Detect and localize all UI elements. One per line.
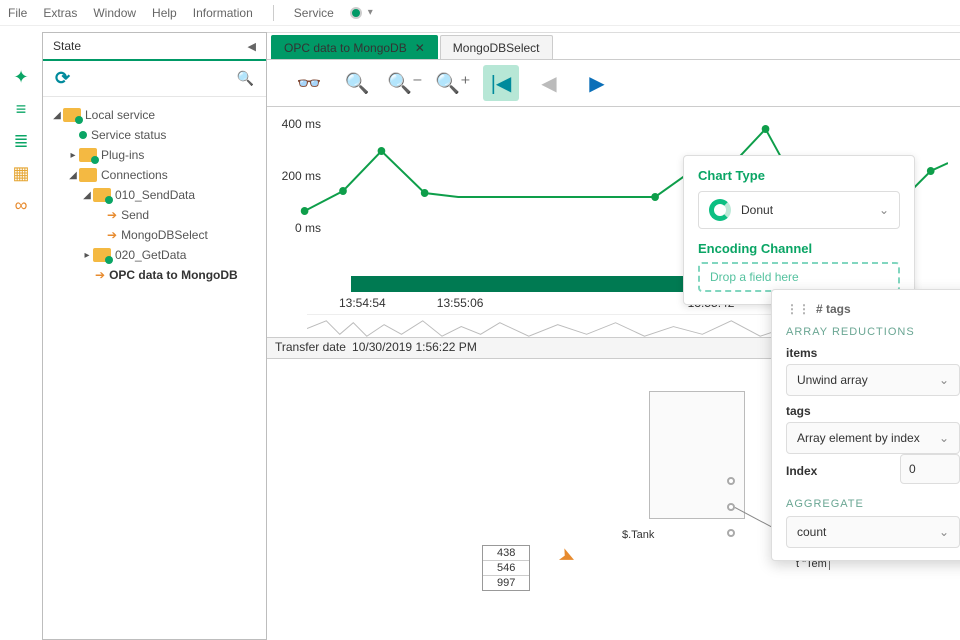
tree-service-status[interactable]: Service status <box>51 125 262 145</box>
chart-type-select[interactable]: Donut ⌄ <box>698 191 900 229</box>
section-array-reductions: ARRAY REDUCTIONS <box>786 326 960 338</box>
table-row: 438 <box>483 546 529 561</box>
folder-icon <box>93 188 111 202</box>
menu-extras[interactable]: Extras <box>43 6 77 20</box>
folder-icon <box>79 148 97 162</box>
tree-connections[interactable]: ◢Connections <box>51 165 262 185</box>
folder-icon <box>93 248 111 262</box>
tab-mongoselect[interactable]: MongoDBSelect <box>440 35 553 59</box>
arrow-icon: ➔ <box>107 228 117 242</box>
play-button[interactable]: ▶ <box>579 65 615 101</box>
index-input[interactable] <box>900 454 960 484</box>
status-ok-icon <box>79 131 87 139</box>
tag-tank-label: $.Tank <box>622 529 654 541</box>
menu-divider <box>273 5 274 21</box>
menu-help[interactable]: Help <box>152 6 177 20</box>
menubar: File Extras Window Help Information Serv… <box>0 0 960 26</box>
menu-file[interactable]: File <box>8 6 27 20</box>
index-label: Index <box>786 464 890 478</box>
service-status-icon <box>350 7 362 19</box>
dock-levels-icon[interactable]: ≡ <box>6 98 36 120</box>
encoding-dropzone[interactable]: Drop a field here <box>698 262 900 292</box>
document-tabs: OPC data to MongoDB✕ MongoDBSelect <box>267 33 960 59</box>
tags-aggregate-popup: ⋮⋮# tags ARRAY REDUCTIONS items Unwind a… <box>771 289 960 561</box>
sidebar-panel: State ◀ ⟳ 🔍 ◢Local service Service statu… <box>42 32 267 640</box>
folder-icon <box>63 108 81 122</box>
arrow-icon: ➔ <box>107 208 117 222</box>
chevron-down-icon: ⌄ <box>939 431 949 445</box>
dock-puzzle-icon[interactable]: ✦ <box>6 66 36 88</box>
left-dock: ✦ ≡ ≣ ▦ ∞ <box>0 26 42 640</box>
zoom-reset-icon[interactable]: 🔍 <box>339 65 375 101</box>
close-icon[interactable]: ✕ <box>415 41 425 55</box>
items-label: items <box>786 346 960 360</box>
folder-icon <box>79 168 97 182</box>
y-axis: 400 ms 200 ms 0 ms <box>267 117 321 235</box>
menu-window[interactable]: Window <box>93 6 136 20</box>
dock-sliders-icon[interactable]: ≣ <box>6 130 36 152</box>
aggregate-select[interactable]: count⌄ <box>786 516 960 548</box>
dock-sync-icon[interactable]: ∞ <box>6 194 36 216</box>
panel-collapse-icon[interactable]: ◀ <box>248 40 256 53</box>
sidebar-title: State <box>53 39 81 53</box>
table-row: 997 <box>483 576 529 590</box>
donut-icon <box>709 199 731 221</box>
items-select[interactable]: Unwind array⌄ <box>786 364 960 396</box>
chart-toolbar: 👓 🔍 🔍⁻ 🔍⁺ |◀ ◀ ▶ <box>267 59 960 107</box>
tree-plugins[interactable]: ▸Plug-ins <box>51 145 262 165</box>
chevron-down-icon: ⌄ <box>939 373 949 387</box>
tab-opc[interactable]: OPC data to MongoDB✕ <box>271 35 438 59</box>
popup-title: ⋮⋮# tags <box>786 302 960 316</box>
zoom-in-icon[interactable]: 🔍⁺ <box>435 65 471 101</box>
tree-getdata[interactable]: ▸020_GetData <box>51 245 262 265</box>
tree-senddata[interactable]: ◢010_SendData <box>51 185 262 205</box>
chevron-down-icon: ⌄ <box>879 203 889 217</box>
sidebar-search-row: ⟳ 🔍 <box>43 61 266 97</box>
section-aggregate: AGGREGATE <box>786 498 960 510</box>
table-row: 546 <box>483 561 529 576</box>
chevron-down-icon: ⌄ <box>939 525 949 539</box>
menu-service[interactable]: Service <box>294 6 334 20</box>
arrow-icon: ➔ <box>95 268 105 282</box>
chart-type-popup: Chart Type Donut ⌄ Encoding Channel Drop… <box>683 155 915 305</box>
tree-root[interactable]: ◢Local service <box>51 105 262 125</box>
tree-mongoselect[interactable]: ➔MongoDBSelect <box>51 225 262 245</box>
tree-opc-active[interactable]: ➔OPC data to MongoDB <box>51 265 262 285</box>
search-icon[interactable]: 🔍 <box>237 70 254 87</box>
menu-information[interactable]: Information <box>193 6 253 20</box>
step-back-button[interactable]: ◀ <box>531 65 567 101</box>
zoom-out-icon[interactable]: 🔍⁻ <box>387 65 423 101</box>
pointer-arrow-icon: ➤ <box>555 542 581 572</box>
refresh-icon[interactable]: ⟳ <box>55 68 70 89</box>
tree-view: ◢Local service Service status ▸Plug-ins … <box>43 97 266 639</box>
search-icon[interactable]: 👓 <box>291 65 327 101</box>
chart-type-heading: Chart Type <box>698 168 900 183</box>
tree-send[interactable]: ➔Send <box>51 205 262 225</box>
values-mini-table: 438 546 997 <box>482 545 530 591</box>
rewind-start-button[interactable]: |◀ <box>483 65 519 101</box>
sidebar-title-row: State ◀ <box>43 33 266 61</box>
tags-select[interactable]: Array element by index⌄ <box>786 422 960 454</box>
chevron-down-icon[interactable]: ▾ <box>368 7 373 18</box>
dock-db-icon[interactable]: ▦ <box>6 162 36 184</box>
content-area: OPC data to MongoDB✕ MongoDBSelect 👓 🔍 🔍… <box>267 32 960 640</box>
encoding-heading: Encoding Channel <box>698 241 900 256</box>
tags-label: tags <box>786 404 960 418</box>
